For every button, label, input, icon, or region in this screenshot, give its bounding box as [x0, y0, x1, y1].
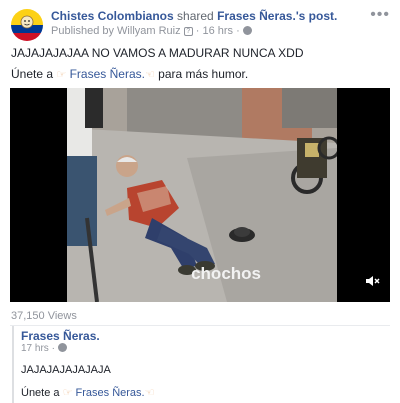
shared-time-link[interactable]: 17 hrs — [21, 343, 49, 354]
divider — [10, 325, 390, 326]
shared-join-prefix: Únete a — [21, 387, 60, 399]
volume-mute-icon[interactable] — [366, 275, 380, 290]
globe-icon — [57, 343, 67, 352]
shared-post-meta: 17 hrs · — [21, 343, 67, 354]
info-icon[interactable]: ? — [183, 27, 193, 36]
more-options-button[interactable]: ••• — [370, 6, 390, 24]
shared-page-link[interactable]: Frases Ñeras. — [21, 329, 100, 343]
page-avatar[interactable] — [11, 9, 43, 41]
page-name-link[interactable]: Chistes Colombianos — [51, 9, 174, 23]
view-count: 37,150 Views — [11, 310, 77, 322]
video-watermark: chochos — [191, 264, 261, 283]
pointing-hand-icon: ☞ — [62, 387, 73, 399]
post-header: Chistes Colombianos shared Frases Ñeras.… — [51, 9, 371, 24]
post-suffix: 's post. — [295, 9, 338, 23]
facebook-post: Chistes Colombianos shared Frases Ñeras.… — [0, 0, 400, 403]
post-time-link[interactable]: 16 hrs — [202, 25, 233, 37]
video-frame[interactable]: chochos — [67, 88, 337, 302]
published-by: Published by Willyam Ruiz — [51, 25, 181, 37]
frases-neras-link[interactable]: Frases Ñeras. — [70, 67, 145, 81]
shared-message-line2: Únete a ☞ Frases Ñeras.☜ — [21, 386, 154, 399]
shared-post-bar — [12, 326, 14, 403]
shared-word: shared — [177, 9, 214, 23]
globe-icon — [242, 26, 252, 35]
pointing-hand-icon: ☜ — [144, 387, 155, 399]
join-prefix: Únete a — [11, 67, 54, 81]
video-player[interactable]: chochos — [10, 88, 390, 302]
pointing-hand-icon: ☞ — [56, 69, 67, 81]
shared-message-line1: JAJAJAJAJAJAJA — [21, 364, 111, 376]
shared-frases-neras-link[interactable]: Frases Ñeras. — [76, 387, 145, 399]
post-meta: Published by Willyam Ruiz ? · 16 hrs · — [51, 24, 252, 38]
speaker-muted-icon — [366, 276, 380, 286]
pointing-hand-icon: ☜ — [144, 69, 155, 81]
post-message-line1: JAJAJAJAJAA NO VAMOS A MADURAR NUNCA XDD — [11, 46, 304, 60]
colombia-flag-avatar-icon — [11, 9, 43, 41]
source-page-link[interactable]: Frases Ñeras. — [217, 9, 296, 23]
join-suffix: para más humor. — [158, 67, 249, 81]
post-message-line2: Únete a ☞ Frases Ñeras.☜ para más humor. — [11, 66, 248, 83]
